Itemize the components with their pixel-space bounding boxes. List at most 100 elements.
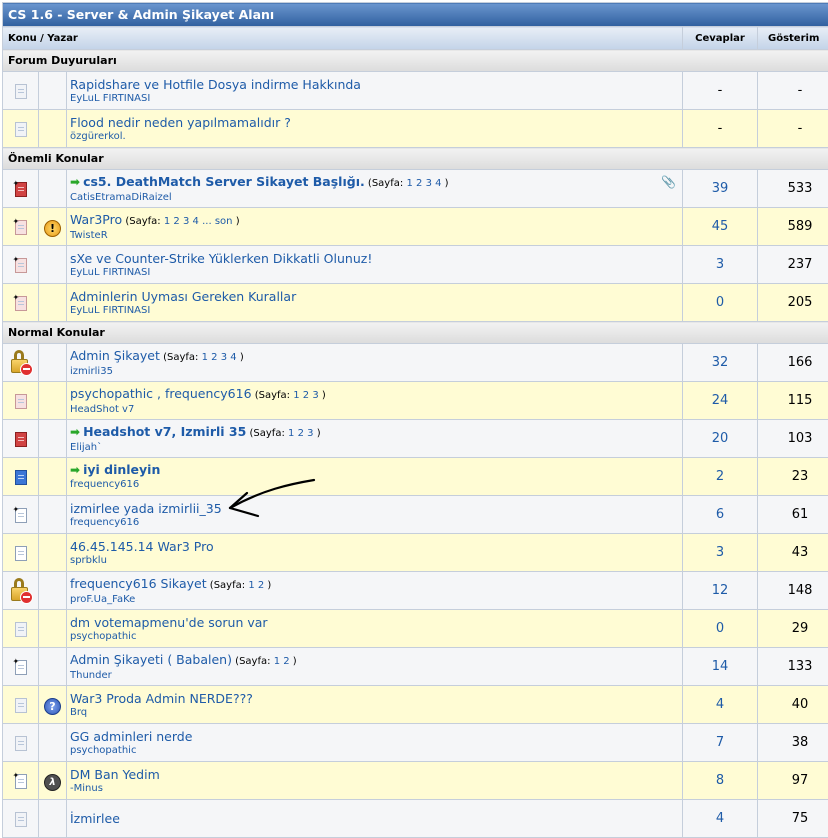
thread-title-line: ➡iyi dinleyin bbox=[70, 462, 682, 478]
goto-new-post-icon[interactable]: ➡ bbox=[70, 425, 80, 439]
page-link[interactable]: 1 bbox=[202, 352, 208, 363]
page-link[interactable]: 1 bbox=[293, 390, 299, 401]
thread-replies-count[interactable]: 0 bbox=[683, 284, 758, 322]
thread-author-link[interactable]: EyLuL FIRTINASI bbox=[70, 267, 682, 279]
thread-title-link[interactable]: Flood nedir neden yapılmamalıdır ? bbox=[70, 115, 291, 130]
page-link[interactable]: 4 bbox=[230, 352, 236, 363]
column-header-views[interactable]: Gösterim bbox=[758, 27, 828, 50]
page-link[interactable]: son bbox=[215, 216, 233, 227]
page-link[interactable]: 3 bbox=[221, 352, 227, 363]
thread-replies-count[interactable]: 4 bbox=[683, 686, 758, 724]
thread-replies-count[interactable]: 0 bbox=[683, 610, 758, 648]
thread-author-link[interactable]: EyLuL FIRTINASI bbox=[70, 305, 682, 317]
page-link[interactable]: 2 bbox=[258, 580, 264, 591]
thread-title-link[interactable]: frequency616 Sikayet bbox=[70, 576, 207, 591]
thread-title-link[interactable]: War3 Proda Admin NERDE??? bbox=[70, 691, 253, 706]
thread-replies-count[interactable]: 39 bbox=[683, 170, 758, 208]
thread-row: ✦➡cs5. DeathMatch Server Sikayet Başlığı… bbox=[3, 170, 828, 208]
thread-author-link[interactable]: psychopathic bbox=[70, 745, 682, 757]
thread-replies-count[interactable]: 4 bbox=[683, 800, 758, 838]
thread-author-link[interactable]: Brq bbox=[70, 707, 682, 719]
page-link[interactable]: 4 bbox=[435, 178, 441, 189]
thread-title-link[interactable]: GG adminleri nerde bbox=[70, 729, 192, 744]
page-link[interactable]: 2 bbox=[298, 428, 304, 439]
thread-title-link[interactable]: İzmirlee bbox=[70, 811, 120, 826]
attachment-paperclip-icon: 📎 bbox=[661, 175, 676, 189]
thread-author-link[interactable]: frequency616 bbox=[70, 517, 682, 529]
thread-title-link[interactable]: 46.45.145.14 War3 Pro bbox=[70, 539, 214, 554]
thread-row: ✦Adminlerin Uyması Gereken KurallarEyLuL… bbox=[3, 284, 828, 322]
thread-title-link[interactable]: psychopathic , frequency616 bbox=[70, 386, 252, 401]
page-link[interactable]: 3 bbox=[307, 428, 313, 439]
thread-author-link[interactable]: CatisEtramaDiRaizel bbox=[70, 192, 682, 204]
thread-row: ?War3 Proda Admin NERDE???Brq440 bbox=[3, 686, 828, 724]
thread-replies-count[interactable]: 20 bbox=[683, 420, 758, 458]
thread-replies-count[interactable]: 24 bbox=[683, 382, 758, 420]
thread-replies-count[interactable]: 2 bbox=[683, 458, 758, 496]
page-link[interactable]: 2 bbox=[211, 352, 217, 363]
thread-author-link[interactable]: HeadShot v7 bbox=[70, 404, 682, 416]
section-title: Normal Konular bbox=[3, 322, 828, 344]
thread-author-link[interactable]: TwisteR bbox=[70, 230, 682, 242]
column-header-topic[interactable]: Konu / Yazar bbox=[3, 27, 683, 50]
page-label: Sayfa: bbox=[214, 580, 245, 591]
page-link[interactable]: 1 bbox=[288, 428, 294, 439]
thread-status-cell: ✦ bbox=[3, 246, 39, 284]
thread-author-link[interactable]: frequency616 bbox=[70, 479, 682, 491]
thread-replies-count[interactable]: 32 bbox=[683, 344, 758, 382]
thread-author-link[interactable]: psychopathic bbox=[70, 631, 682, 643]
thread-title-line: sXe ve Counter-Strike Yüklerken Dikkatli… bbox=[70, 251, 682, 266]
doc-icon bbox=[15, 546, 27, 561]
thread-title-link[interactable]: sXe ve Counter-Strike Yüklerken Dikkatli… bbox=[70, 251, 372, 266]
thread-title-line: Adminlerin Uyması Gereken Kurallar bbox=[70, 289, 682, 304]
thread-title-link[interactable]: izmirlee yada izmirlii_35 bbox=[70, 501, 222, 516]
column-header-replies[interactable]: Cevaplar bbox=[683, 27, 758, 50]
goto-new-post-icon[interactable]: ➡ bbox=[70, 175, 80, 189]
thread-title-link[interactable]: DM Ban Yedim bbox=[70, 767, 160, 782]
thread-replies-count[interactable]: 14 bbox=[683, 648, 758, 686]
thread-author-link[interactable]: Thunder bbox=[70, 670, 682, 682]
thread-replies-count[interactable]: 3 bbox=[683, 534, 758, 572]
thread-author-link[interactable]: Elijah` bbox=[70, 442, 682, 454]
thread-replies-count[interactable]: 6 bbox=[683, 496, 758, 534]
thread-title-link[interactable]: iyi dinleyin bbox=[83, 462, 160, 477]
doc-hot-icon bbox=[15, 394, 27, 409]
thread-replies-count[interactable]: 45 bbox=[683, 208, 758, 246]
page-link[interactable]: 3 bbox=[426, 178, 432, 189]
thread-title-link[interactable]: cs5. DeathMatch Server Sikayet Başlığı. bbox=[83, 174, 365, 189]
page-link[interactable]: 3 bbox=[183, 216, 189, 227]
page-link[interactable]: 2 bbox=[416, 178, 422, 189]
thread-title-link[interactable]: War3Pro bbox=[70, 212, 122, 227]
page-label: Sayfa: bbox=[259, 390, 290, 401]
thread-title-link[interactable]: Admin Şikayet bbox=[70, 348, 160, 363]
thread-replies-count[interactable]: 12 bbox=[683, 572, 758, 610]
thread-replies-count[interactable]: 3 bbox=[683, 246, 758, 284]
thread-author-link[interactable]: izmirli35 bbox=[70, 366, 682, 378]
thread-title-link[interactable]: Rapidshare ve Hotfile Dosya indirme Hakk… bbox=[70, 77, 361, 92]
thread-title-link[interactable]: Headshot v7, Izmirli 35 bbox=[83, 424, 246, 439]
page-link[interactable]: 2 bbox=[173, 216, 179, 227]
page-link[interactable]: 1 bbox=[274, 656, 280, 667]
thread-pagination: (Sayfa: 1 2 3 4 ... son ) bbox=[122, 216, 239, 227]
goto-new-post-icon[interactable]: ➡ bbox=[70, 463, 80, 477]
thread-views-count: 29 bbox=[758, 610, 828, 648]
page-link[interactable]: 2 bbox=[303, 390, 309, 401]
thread-title-link[interactable]: Adminlerin Uyması Gereken Kurallar bbox=[70, 289, 296, 304]
thread-author-link[interactable]: -Minus bbox=[70, 783, 682, 795]
thread-title-cell: Rapidshare ve Hotfile Dosya indirme Hakk… bbox=[67, 72, 683, 110]
thread-replies-count[interactable]: 8 bbox=[683, 762, 758, 800]
page-link[interactable]: 3 bbox=[312, 390, 318, 401]
page-link[interactable]: 1 bbox=[248, 580, 254, 591]
page-link[interactable]: 2 bbox=[283, 656, 289, 667]
doc-blue-icon bbox=[15, 470, 27, 485]
page-link[interactable]: 1 bbox=[406, 178, 412, 189]
thread-title-link[interactable]: dm votemapmenu'de sorun var bbox=[70, 615, 268, 630]
page-link[interactable]: 4 bbox=[193, 216, 199, 227]
thread-title-link[interactable]: Admin Şikayeti ( Babalen) bbox=[70, 652, 232, 667]
thread-replies-count[interactable]: 7 bbox=[683, 724, 758, 762]
thread-author-link[interactable]: özgürerkol. bbox=[70, 131, 682, 143]
page-link[interactable]: 1 bbox=[164, 216, 170, 227]
thread-author-link[interactable]: sprbklu bbox=[70, 555, 682, 567]
thread-author-link[interactable]: EyLuL FIRTINASI bbox=[70, 93, 682, 105]
thread-author-link[interactable]: proF.Ua_FaKe bbox=[70, 594, 682, 606]
